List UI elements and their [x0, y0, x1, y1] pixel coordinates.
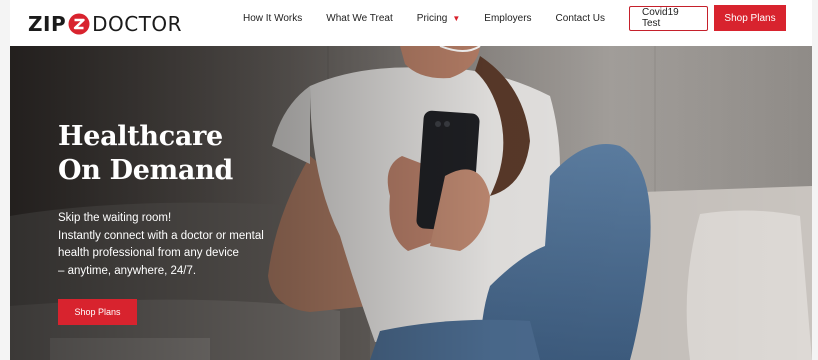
nav-contact-us[interactable]: Contact Us — [556, 13, 605, 24]
logo-text-zip: ZIP — [28, 12, 67, 36]
hero-copy-line-3: health professional from any device — [58, 247, 239, 260]
header-shop-plans-button[interactable]: Shop Plans — [714, 5, 786, 31]
site-header: ZIP DOCTOR How It Works What We Treat Pr… — [10, 0, 812, 46]
hero-copy-line-1: Skip the waiting room! — [58, 212, 172, 224]
logo-text-doctor: DOCTOR — [92, 12, 183, 36]
hero-section: Healthcare On Demand Skip the waiting ro… — [10, 46, 812, 360]
hero-shop-plans-button[interactable]: Shop Plans — [58, 299, 137, 325]
headline-line-1: Healthcare — [58, 121, 223, 152]
headline-line-2: On Demand — [58, 155, 234, 186]
nav-employers[interactable]: Employers — [484, 13, 531, 24]
caret-down-icon: ▼ — [452, 13, 461, 23]
nav-pricing-label: Pricing — [416, 12, 448, 24]
nav-what-we-treat[interactable]: What We Treat — [326, 13, 393, 24]
zipdoctor-logo[interactable]: ZIP DOCTOR — [28, 12, 182, 36]
hero-copy-line-2: Instantly connect with a doctor or menta… — [58, 229, 264, 242]
hero-copy-line-4: – anytime, anywhere, 24/7. — [58, 264, 197, 277]
hero-description: Skip the waiting room! Instantly connect… — [58, 210, 318, 280]
hero-headline: Healthcare On Demand — [58, 120, 233, 188]
nav-how-it-works[interactable]: How It Works — [243, 13, 302, 24]
nav-pricing[interactable]: Pricing ▼ — [417, 13, 461, 24]
logo-mark-icon — [68, 13, 90, 35]
main-nav: How It Works What We Treat Pricing ▼ Emp… — [243, 0, 812, 36]
page: ZIP DOCTOR How It Works What We Treat Pr… — [10, 0, 812, 360]
covid19-test-button[interactable]: Covid19 Test — [629, 5, 708, 31]
